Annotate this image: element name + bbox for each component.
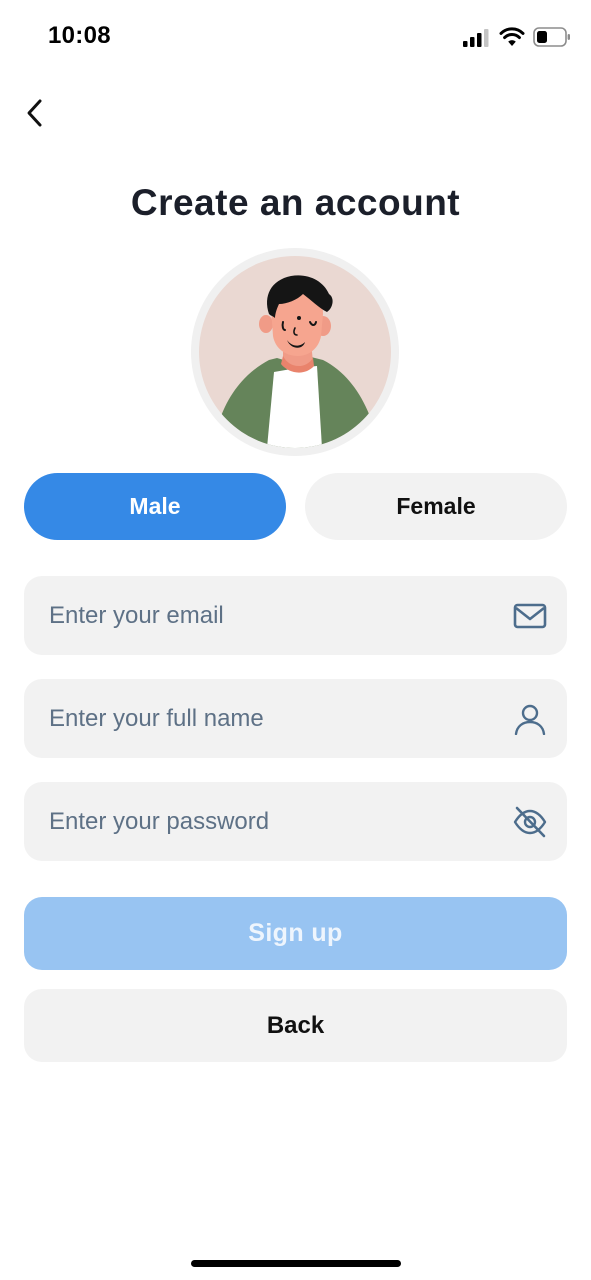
gender-female-label: Female (396, 493, 476, 519)
gender-male-button[interactable]: Male (24, 473, 286, 540)
mail-icon (513, 603, 547, 629)
email-field-container (24, 576, 567, 655)
status-time: 10:08 (48, 22, 111, 49)
full-name-field[interactable] (49, 679, 489, 758)
user-avatar-illustration (199, 256, 391, 448)
cellular-signal-icon (463, 29, 489, 47)
gender-female-button[interactable]: Female (305, 473, 567, 540)
avatar[interactable] (191, 248, 399, 456)
person-icon (514, 704, 546, 735)
signup-button-label: Sign up (248, 919, 343, 947)
password-field[interactable] (49, 782, 489, 861)
page-title: Create an account (130, 182, 461, 223)
back-nav-button[interactable] (20, 96, 52, 130)
wifi-icon (499, 27, 525, 46)
signup-button[interactable]: Sign up (24, 897, 567, 970)
status-bar: 10:08 (0, 0, 591, 76)
password-field-container (24, 782, 567, 861)
status-icons (463, 26, 570, 50)
eye-off-icon[interactable] (513, 806, 547, 838)
email-field[interactable] (49, 576, 489, 655)
gender-male-label: Male (129, 493, 181, 519)
home-indicator (191, 1260, 401, 1267)
chevron-left-icon (27, 99, 42, 127)
back-button-label: Back (266, 1011, 325, 1039)
battery-icon (533, 27, 570, 47)
full-name-field-container (24, 679, 567, 758)
back-button[interactable]: Back (24, 989, 567, 1062)
